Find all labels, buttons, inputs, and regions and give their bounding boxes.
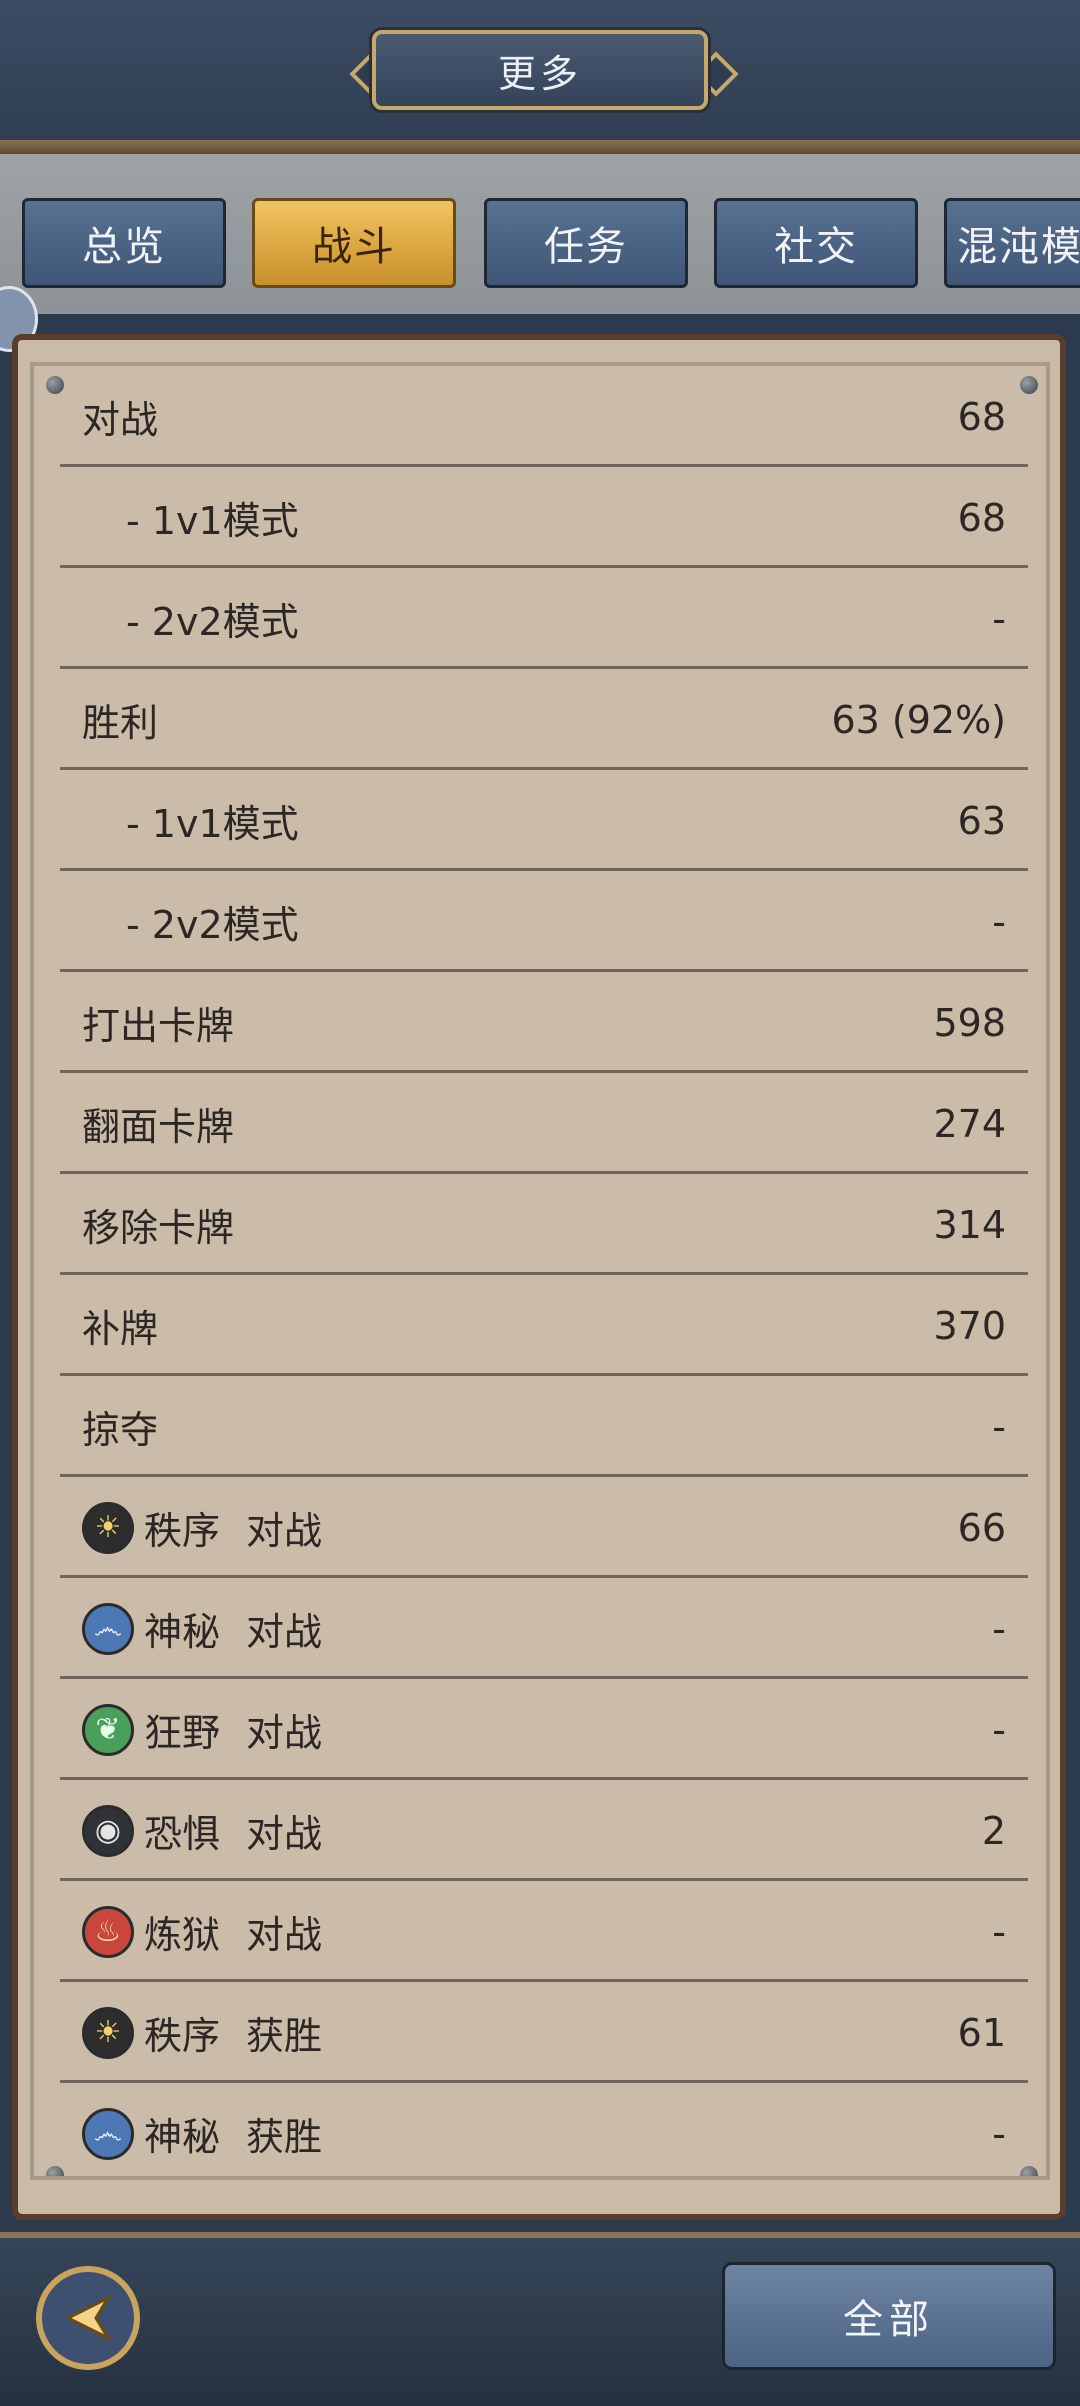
faction-label: ෴ 神秘 对战 <box>82 1578 322 1679</box>
stat-label: 掠夺 <box>82 1408 159 1452</box>
faction-label: ♨ 炼狱 对战 <box>82 1881 322 1982</box>
stat-row-wins-1v1: - 1v1模式 63 <box>60 770 1028 871</box>
faction-row-mystic-battles: ෴ 神秘 对战 - <box>60 1578 1028 1679</box>
stat-value: 370 <box>933 1303 1006 1348</box>
tab-social[interactable]: 社交 <box>714 198 918 288</box>
faction-row-order-wins: ☀ 秩序 获胜 61 <box>60 1982 1028 2083</box>
tab-battle[interactable]: 战斗 <box>252 198 456 288</box>
header-divider <box>0 140 1080 154</box>
stat-value: - <box>992 1606 1006 1651</box>
stat-label: 补牌 <box>82 1307 159 1351</box>
faction-stat-name: 对战 <box>246 1711 323 1755</box>
faction-label: ☀ 秩序 对战 <box>82 1477 322 1578</box>
wild-leaf-icon: ❦ <box>82 1703 134 1756</box>
faction-name: 秩序 <box>144 2014 221 2058</box>
faction-name: 神秘 <box>144 2115 221 2159</box>
stat-value: 314 <box>933 1202 1006 1247</box>
stat-label: - 1v1模式 <box>126 499 299 543</box>
stat-row-wins: 胜利 63 (92%) <box>60 669 1028 770</box>
stat-row-battles: 对战 68 <box>60 366 1028 467</box>
stat-value: - <box>992 2111 1006 2156</box>
faction-stat-name: 对战 <box>246 1913 323 1957</box>
tab-overview[interactable]: 总览 <box>22 198 226 288</box>
tab-chaos-mode[interactable]: 混沌模 <box>944 198 1080 288</box>
tab-quests[interactable]: 任务 <box>484 198 688 288</box>
stat-row-battles-2v2: - 2v2模式 - <box>60 568 1028 669</box>
stat-value: 68 <box>957 495 1006 540</box>
stat-label: - 2v2模式 <box>126 903 299 947</box>
stat-value: - <box>992 1707 1006 1752</box>
stat-label: 打出卡牌 <box>82 1004 235 1048</box>
page-title: 更多 <box>372 30 708 110</box>
faction-stat-name: 获胜 <box>246 2014 323 2058</box>
stat-value: 68 <box>957 394 1006 439</box>
faction-row-order-battles: ☀ 秩序 对战 66 <box>60 1477 1028 1578</box>
stat-label: 移除卡牌 <box>82 1206 235 1250</box>
stat-value: 63 <box>957 798 1006 843</box>
faction-name: 神秘 <box>144 1610 221 1654</box>
faction-label: ◉ 恐惧 对战 <box>82 1780 322 1881</box>
faction-stat-name: 对战 <box>246 1812 323 1856</box>
stat-label: 对战 <box>82 398 159 442</box>
stat-value: 66 <box>957 1505 1006 1550</box>
stat-value: 598 <box>933 1000 1006 1045</box>
faction-stat-name: 对战 <box>246 1610 323 1654</box>
faction-name: 秩序 <box>144 1509 221 1553</box>
order-sun-icon: ☀ <box>82 1501 134 1554</box>
faction-stat-name: 对战 <box>246 1509 323 1553</box>
faction-name: 炼狱 <box>144 1913 221 1957</box>
back-button[interactable] <box>36 2266 140 2370</box>
stat-label: 翻面卡牌 <box>82 1105 235 1149</box>
stat-value: - <box>992 1404 1006 1449</box>
faction-name: 恐惧 <box>144 1812 221 1856</box>
stat-row-cards-drawn: 补牌 370 <box>60 1275 1028 1376</box>
stat-value: 61 <box>957 2010 1006 2055</box>
stat-value: - <box>992 1909 1006 1954</box>
stat-row-cards-played: 打出卡牌 598 <box>60 972 1028 1073</box>
faction-label: ෴ 神秘 获胜 <box>82 2083 323 2176</box>
mystic-swirl-icon: ෴ <box>82 1602 134 1655</box>
faction-name: 狂野 <box>144 1711 221 1755</box>
tab-bar: 总览 战斗 任务 社交 混沌模 <box>0 154 1080 314</box>
back-arrow-icon <box>64 2294 112 2342</box>
faction-row-mystic-wins: ෴ 神秘 获胜 - <box>60 2083 1028 2176</box>
stat-row-plunder: 掠夺 - <box>60 1376 1028 1477</box>
faction-row-hell-battles: ♨ 炼狱 对战 - <box>60 1881 1028 1982</box>
faction-label: ❦ 狂野 对战 <box>82 1679 322 1780</box>
order-sun-icon: ☀ <box>82 2006 134 2059</box>
mystic-swirl-icon: ෴ <box>82 2107 134 2160</box>
stat-value: 274 <box>933 1101 1006 1146</box>
stat-label: 胜利 <box>82 701 159 745</box>
stat-row-battles-1v1: - 1v1模式 68 <box>60 467 1028 568</box>
faction-label: ☀ 秩序 获胜 <box>82 1982 322 2083</box>
faction-row-wild-battles: ❦ 狂野 对战 - <box>60 1679 1028 1780</box>
stat-row-wins-2v2: - 2v2模式 - <box>60 871 1028 972</box>
fear-eye-icon: ◉ <box>82 1804 134 1857</box>
stat-label: - 2v2模式 <box>126 600 299 644</box>
hell-flame-icon: ♨ <box>82 1905 134 1958</box>
stats-list[interactable]: 对战 68 - 1v1模式 68 - 2v2模式 - 胜利 63 (92%) -… <box>30 362 1050 2180</box>
all-button[interactable]: 全部 <box>722 2262 1056 2370</box>
stat-value: - <box>992 596 1006 641</box>
stat-row-cards-flipped: 翻面卡牌 274 <box>60 1073 1028 1174</box>
stat-label: - 1v1模式 <box>126 802 299 846</box>
stat-value: - <box>992 899 1006 944</box>
stat-row-cards-removed: 移除卡牌 314 <box>60 1174 1028 1275</box>
stat-value: 2 <box>981 1808 1006 1853</box>
faction-row-fear-battles: ◉ 恐惧 对战 2 <box>60 1780 1028 1881</box>
faction-stat-name: 获胜 <box>246 2115 323 2159</box>
stat-value: 63 (92%) <box>831 697 1006 742</box>
